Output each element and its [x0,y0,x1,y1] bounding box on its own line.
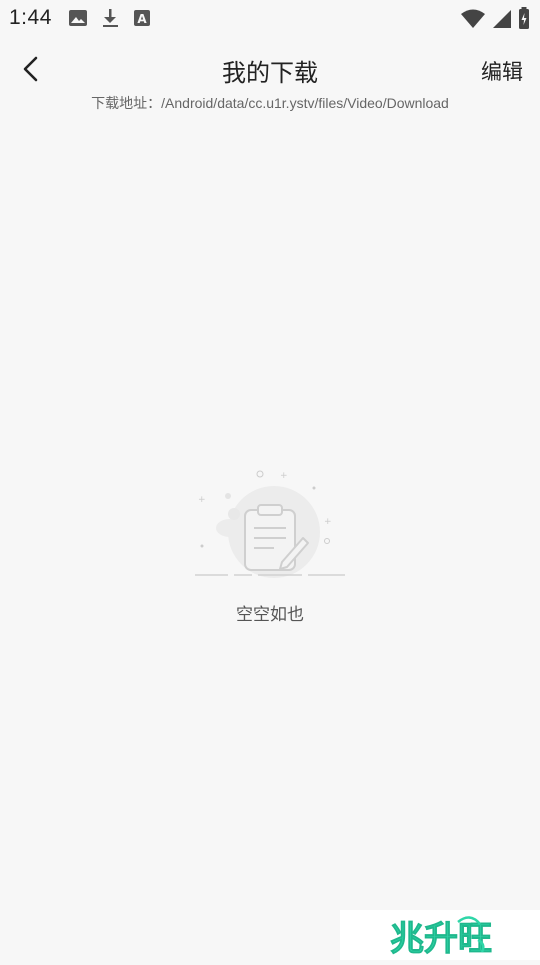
download-path-value: /Android/data/cc.u1r.ystv/files/Video/Do… [161,95,449,111]
header-bar: 我的下载 编辑 [0,40,540,98]
page-title: 我的下载 [222,60,318,87]
svg-text:+: + [280,471,288,481]
status-bar: 1:44 A [0,0,540,36]
svg-text:+: + [324,517,332,527]
download-path: 下载地址：/Android/data/cc.u1r.ystv/files/Vid… [0,93,540,113]
svg-text:+: + [198,495,206,505]
signal-icon [493,10,511,28]
status-left-icons: A [68,8,152,28]
image-icon [69,10,87,26]
download-icon [103,9,118,27]
watermark-logo: 兆升旺 [340,910,540,960]
edit-button[interactable]: 编辑 [481,56,523,86]
watermark-logo-art: 兆升旺 [390,916,492,959]
download-path-label: 下载地址： [91,95,162,111]
empty-clipboard-icon: + + + [195,470,345,578]
empty-state-text: 空空如也 [236,605,304,624]
status-time: 1:44 [9,6,52,29]
status-right-icons [460,7,530,29]
wifi-icon [461,9,485,28]
font-icon: A [134,10,150,26]
svg-text:兆升旺: 兆升旺 [390,919,492,959]
svg-text:A: A [137,12,147,26]
battery-icon [519,7,529,29]
